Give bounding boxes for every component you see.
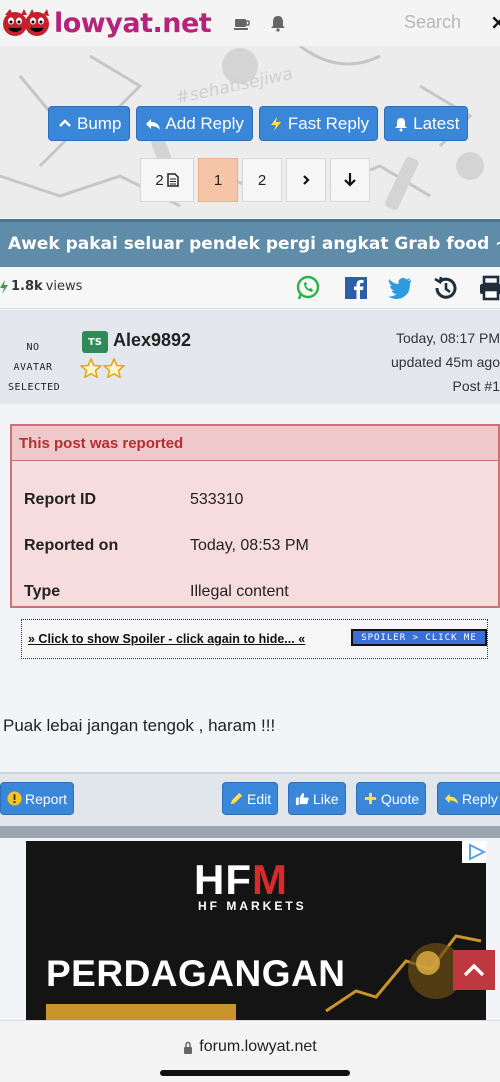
ts-badge: TS xyxy=(82,331,108,353)
logo-text: lowyat.net xyxy=(54,7,212,39)
ad-container: HFM HF MARKETS PERDAGANGAN xyxy=(0,838,500,1020)
view-count: 1.8k views xyxy=(0,279,82,294)
post-separator xyxy=(0,826,500,838)
site-header: lowyat.net Search × xyxy=(0,0,500,46)
page-next-number[interactable]: 2 xyxy=(242,158,282,202)
facebook-icon[interactable] xyxy=(343,275,369,301)
site-logo[interactable]: lowyat.net xyxy=(2,6,212,40)
spoiler-click-me-image[interactable]: SPOILER > CLICK ME xyxy=(351,629,487,646)
chevron-right-icon xyxy=(303,175,310,185)
spoiler-box[interactable]: » Click to show Spoiler - click again to… xyxy=(21,619,488,659)
bell-icon[interactable] xyxy=(269,14,287,32)
ad-info-icon xyxy=(469,843,486,861)
thumbs-up-icon xyxy=(295,792,309,806)
post-timestamp: Today, 08:17 PM updated 45m ago Post #1 xyxy=(391,326,500,398)
reply-icon xyxy=(444,793,459,805)
ad-headline: PERDAGANGAN xyxy=(46,953,346,994)
post-username[interactable]: Alex9892 xyxy=(113,330,191,351)
user-rank-stars xyxy=(80,358,125,378)
post-actions: Report Edit Like Quote Reply xyxy=(0,772,500,826)
topic-title: Awek pakai seluar pendek pergi angkat Gr… xyxy=(0,219,500,267)
ad-logo: HFM xyxy=(194,856,288,903)
history-icon[interactable] xyxy=(432,275,458,301)
reply-button[interactable]: Reply xyxy=(437,782,500,815)
arrow-down-icon xyxy=(344,173,356,187)
browser-address-bar: forum.lowyat.net xyxy=(0,1020,500,1082)
latest-button[interactable]: Latest xyxy=(384,106,469,141)
coffee-icon[interactable] xyxy=(233,14,251,32)
page-count[interactable]: 2 xyxy=(140,158,194,202)
post-number[interactable]: Post #1 xyxy=(391,374,500,398)
avatar-placeholder[interactable]: NO AVATAR SELECTED xyxy=(8,338,60,398)
search-input[interactable]: Search xyxy=(404,12,461,33)
ad-subtitle: HF MARKETS xyxy=(198,899,307,913)
page-current[interactable]: 1 xyxy=(198,158,238,202)
pencil-icon xyxy=(230,792,243,805)
warning-icon xyxy=(7,791,22,806)
lock-icon xyxy=(184,1041,193,1054)
edit-button[interactable]: Edit xyxy=(222,782,279,815)
topic-meta-row: 1.8k views xyxy=(0,267,500,309)
topic-toolbar: Bump Add Reply Fast Reply Latest xyxy=(48,106,469,141)
chevron-up-icon xyxy=(463,963,485,977)
ad-choices[interactable] xyxy=(462,841,486,863)
fast-reply-button[interactable]: Fast Reply xyxy=(258,106,379,141)
quote-button[interactable]: Quote xyxy=(356,782,427,815)
bolt-icon xyxy=(270,116,281,131)
next-page-button[interactable] xyxy=(286,158,326,202)
whatsapp-icon[interactable] xyxy=(295,275,321,301)
star-icon xyxy=(103,358,125,378)
report-heading: This post was reported xyxy=(12,426,498,461)
url-display[interactable]: forum.lowyat.net xyxy=(0,1038,500,1056)
post-body: This post was reported Report ID 533310 … xyxy=(0,404,500,772)
report-button[interactable]: Report xyxy=(0,782,75,815)
post-header: NO AVATAR SELECTED TS Alex9892 Today, 08… xyxy=(0,310,500,404)
scroll-to-top-button[interactable] xyxy=(453,950,495,990)
print-icon[interactable] xyxy=(478,275,500,301)
mascot-icon xyxy=(3,9,49,36)
like-button[interactable]: Like xyxy=(288,782,346,815)
chevron-up-icon xyxy=(59,118,71,127)
ad-gold-text xyxy=(46,1004,236,1020)
post-text: Puak lebai jangan tengok , haram !!! xyxy=(3,716,276,735)
home-indicator[interactable] xyxy=(160,1070,350,1076)
pagination: 2 1 2 xyxy=(140,158,370,202)
bell-icon xyxy=(395,117,408,131)
close-icon[interactable]: × xyxy=(490,10,500,34)
bolt-icon xyxy=(0,279,8,294)
document-icon xyxy=(166,173,179,187)
add-reply-button[interactable]: Add Reply xyxy=(136,106,253,141)
spoiler-toggle-link[interactable]: » Click to show Spoiler - click again to… xyxy=(28,632,305,646)
star-icon xyxy=(80,358,102,378)
bump-button[interactable]: Bump xyxy=(48,106,131,141)
plus-icon xyxy=(364,792,377,805)
jump-last-button[interactable] xyxy=(330,158,370,202)
twitter-icon[interactable] xyxy=(387,275,413,301)
reply-icon xyxy=(146,118,161,130)
topic-banner: #sehatisejiwa Bump Add Reply Fast Reply … xyxy=(0,46,500,218)
report-notice: This post was reported Report ID 533310 … xyxy=(10,424,500,608)
ad-banner[interactable]: HFM HF MARKETS PERDAGANGAN xyxy=(26,841,486,1020)
